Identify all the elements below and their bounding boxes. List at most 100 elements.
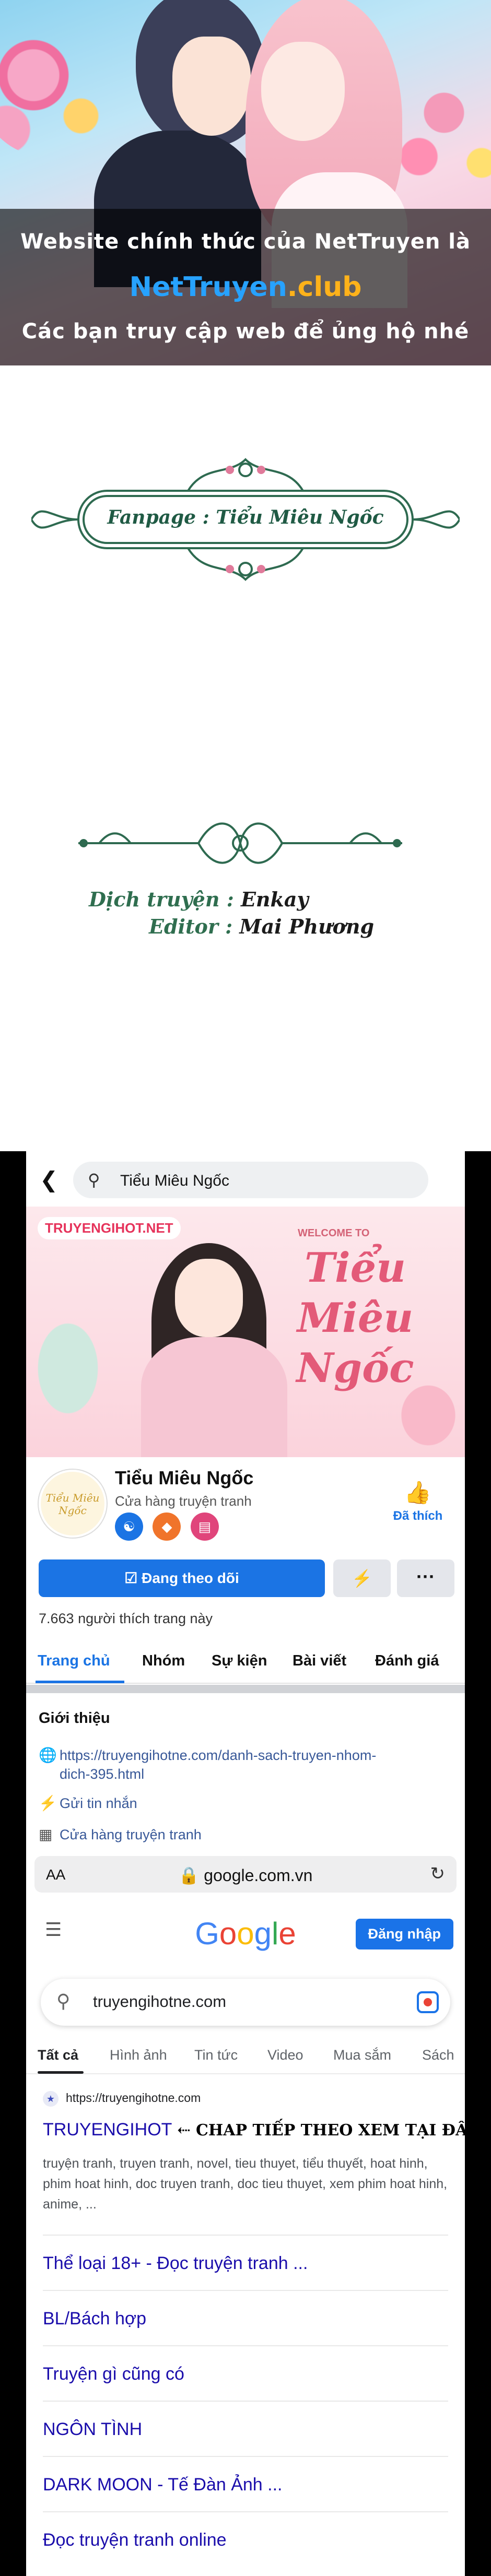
- boy-illustration: [172, 37, 251, 136]
- liked-label: Đã thích: [393, 1509, 443, 1523]
- girl-illustration: [261, 42, 345, 141]
- people-icon[interactable]: ☯: [115, 1512, 143, 1541]
- avatar-lettering: Tiểu Miêu Ngốc: [45, 1492, 100, 1517]
- google-search-tabs: Tất cả Hình ảnh Tin tức Video Mua sắm Sá…: [26, 2039, 465, 2074]
- address-url: google.com.vn: [204, 1866, 313, 1885]
- logo-letter: o: [219, 1916, 237, 1951]
- tab-reviews[interactable]: Đánh giá: [375, 1652, 439, 1670]
- send-message-label: Gửi tin nhắn: [60, 1795, 137, 1811]
- tab-videos[interactable]: Video: [267, 2047, 303, 2063]
- logo-letter: e: [278, 1916, 296, 1951]
- phone-screenshot: ❮ ⚲ Tiểu Miêu Ngốc TRUYENGIHOT.NET WELCO…: [0, 1151, 491, 2576]
- active-tab-indicator: [38, 2071, 84, 2074]
- intro-heading: Giới thiệu: [39, 1710, 110, 1727]
- sitelink[interactable]: Thể loại 18+ - Đọc truyện tranh ...: [43, 2235, 448, 2290]
- tab-events[interactable]: Sự kiện: [212, 1652, 267, 1670]
- translator-label: Dịch truyện :: [89, 888, 234, 911]
- translator-name: Enkay: [240, 888, 309, 911]
- sitelink-label: DARK MOON - Tế Đàn Ảnh ...: [43, 2475, 283, 2495]
- intro-website-link-cont[interactable]: dich-395.html: [60, 1766, 144, 1782]
- shop-label: Cửa hàng truyện tranh: [60, 1827, 202, 1842]
- cover-welcome: WELCOME TO: [298, 1227, 370, 1239]
- tab-all[interactable]: Tất cả: [38, 2047, 78, 2063]
- search-icon: ⚲: [88, 1171, 100, 1189]
- sign-in-button[interactable]: Đăng nhập: [355, 1919, 453, 1949]
- google-lens-icon[interactable]: [417, 1991, 439, 2013]
- gift-icon[interactable]: ◆: [153, 1512, 181, 1541]
- messenger-icon: ⚡: [39, 1795, 57, 1811]
- address-text: 🔒 google.com.vn: [34, 1865, 457, 1885]
- sitelink-label: Truyện gì cũng có: [43, 2364, 184, 2384]
- page-name: Tiểu Miêu Ngốc: [115, 1467, 254, 1488]
- fanpage-frame: Fanpage : Tiểu Miêu Ngốc: [31, 454, 460, 585]
- active-tab-indicator: [36, 1681, 124, 1683]
- tab-books[interactable]: Sách: [422, 2047, 454, 2063]
- section-separator: [26, 1685, 465, 1693]
- sitelink-label: Đọc truyện tranh online: [43, 2530, 227, 2550]
- cover-title-art: Tiểu Miêu Ngốc: [296, 1244, 414, 1392]
- google-header: ☰ Google Đăng nhập: [26, 1903, 465, 1960]
- divider-ornament-icon: [78, 822, 402, 864]
- tab-images[interactable]: Hình ảnh: [110, 2047, 167, 2063]
- globe-icon: 🌐: [39, 1747, 57, 1763]
- browser-address-bar[interactable]: AA 🔒 google.com.vn ↻: [34, 1856, 457, 1893]
- page-avatar[interactable]: Tiểu Miêu Ngốc: [39, 1470, 107, 1538]
- google-search-input[interactable]: ⚲ truyengihotne.com: [41, 1979, 450, 2026]
- tab-groups[interactable]: Nhóm: [142, 1652, 185, 1670]
- tab-home[interactable]: Trang chủ: [38, 1652, 110, 1670]
- sitelink-label: BL/Bách hợp: [43, 2309, 147, 2329]
- logo-letter: l: [272, 1916, 279, 1951]
- sitelink[interactable]: NGÔN TÌNH: [43, 2401, 448, 2456]
- page-badges: ☯ ◆ ▤: [115, 1512, 226, 1542]
- intro-send-message[interactable]: ⚡ Gửi tin nhắn: [39, 1794, 137, 1812]
- document-icon[interactable]: ▤: [190, 1512, 219, 1541]
- site-name-part1: NetTruyen: [129, 271, 287, 303]
- shop-icon: ▦: [39, 1826, 53, 1842]
- editor-credit: Editor : Mai Phương: [149, 915, 374, 938]
- editor-name: Mai Phương: [239, 915, 375, 938]
- following-button[interactable]: ☑ Đang theo dõi: [39, 1559, 325, 1597]
- cover-watermark: TRUYENGIHOT.NET: [38, 1217, 181, 1239]
- sitelink[interactable]: Đọc truyện tranh online: [43, 2511, 448, 2567]
- more-button[interactable]: ···: [397, 1559, 454, 1597]
- liked-button[interactable]: 👍 Đã thích: [387, 1480, 449, 1523]
- flowers-decoration: [0, 21, 115, 157]
- result-title[interactable]: TRUYENGIHOT ⇠ CHAP TIẾP THEO XEM TẠI ĐÂY …: [43, 2120, 465, 2140]
- result-site[interactable]: ★ https://truyengihotne.com: [43, 2091, 201, 2107]
- messenger-icon: ⚡: [352, 1569, 372, 1588]
- page-category: Cửa hàng truyện tranh: [115, 1493, 252, 1509]
- banner-line-1: Website chính thức của NetTruyen là: [20, 230, 471, 254]
- sitelink-label: NGÔN TÌNH: [43, 2419, 143, 2439]
- sitelink[interactable]: Truyện gì cũng có: [43, 2345, 448, 2401]
- logo-letter: g: [254, 1916, 272, 1951]
- fanpage-label: Fanpage : Tiểu Miêu Ngốc: [107, 506, 384, 528]
- facebook-search-bar[interactable]: ⚲ Tiểu Miêu Ngốc: [73, 1162, 428, 1198]
- intro-website-link[interactable]: 🌐 https://truyengihotne.com/danh-sach-tru…: [39, 1746, 376, 1764]
- messenger-button[interactable]: ⚡: [333, 1559, 391, 1597]
- sitelink-label: Thể loại 18+ - Đọc truyện tranh ...: [43, 2253, 308, 2273]
- editor-label: Editor :: [149, 915, 233, 938]
- leaf-decoration: [26, 1290, 120, 1447]
- tab-shopping[interactable]: Mua sắm: [333, 2047, 391, 2063]
- reload-icon[interactable]: ↻: [430, 1863, 446, 1884]
- result-overlay-note: ⇠ CHAP TIẾP THEO XEM TẠI ĐÂY NHA: [177, 2121, 465, 2140]
- intro-link-line-1: https://truyengihotne.com/danh-sach-truy…: [60, 1747, 377, 1763]
- cover-girl-illustration: [175, 1259, 243, 1337]
- sitelink[interactable]: BL/Bách hợp: [43, 2290, 448, 2345]
- phone-screen: ❮ ⚲ Tiểu Miêu Ngốc TRUYENGIHOT.NET WELCO…: [26, 1151, 465, 2576]
- following-label: Đang theo dõi: [142, 1570, 239, 1586]
- banner-site-link[interactable]: NetTruyen.club: [0, 271, 491, 303]
- tab-news[interactable]: Tin tức: [194, 2047, 238, 2063]
- result-title-text: TRUYENGIHOT: [43, 2120, 172, 2140]
- facebook-cover-photo[interactable]: TRUYENGIHOT.NET WELCOME TO Tiểu Miêu Ngố…: [26, 1207, 465, 1457]
- tab-posts[interactable]: Bài viết: [293, 1652, 346, 1670]
- page-tabs: Trang chủ Nhóm Sự kiện Bài viết Đánh giá: [26, 1642, 465, 1684]
- more-icon: ···: [416, 1566, 435, 1587]
- facebook-search-text: Tiểu Miêu Ngốc: [120, 1172, 229, 1189]
- banner-line-3: Các bạn truy cập web để ủng hộ nhé: [21, 320, 470, 344]
- thumbs-up-icon: 👍: [404, 1480, 432, 1505]
- back-arrow-icon[interactable]: ❮: [40, 1167, 58, 1192]
- logo-letter: o: [237, 1916, 254, 1951]
- sitelink[interactable]: DARK MOON - Tế Đàn Ảnh ...: [43, 2456, 448, 2511]
- intro-shop[interactable]: ▦ Cửa hàng truyện tranh: [39, 1826, 202, 1843]
